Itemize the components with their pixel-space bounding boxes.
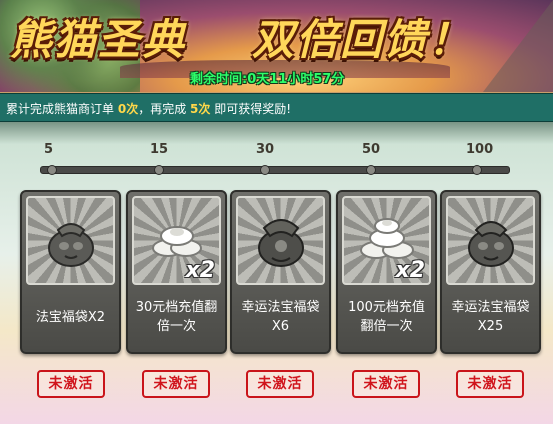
milestone-label: 100 (466, 142, 494, 157)
event-title-left: 熊猫圣典 (10, 15, 187, 64)
reward-icon-frame (236, 196, 325, 285)
lucky-bag-icon (48, 223, 94, 267)
reward-icon-frame: x2 (342, 196, 431, 285)
not-activated-stamp: 未激活 (456, 370, 524, 398)
reward-card[interactable]: x2 100元档充值翻倍一次 (336, 190, 437, 354)
event-panel: 熊猫圣典 双倍回馈！ 剩余时间:0天11小时57分 累计完成熊猫商订单 0次，再… (0, 0, 553, 424)
info-prefix: 累计完成熊猫商订单 (6, 102, 115, 116)
not-activated-stamp: 未激活 (37, 370, 105, 398)
reward-card[interactable]: x2 30元档充值翻倍一次 (126, 190, 227, 354)
progress-info-bar: 累计完成熊猫商订单 0次，再完成 5次 即可获得奖励! (0, 93, 553, 122)
milestone-dot (47, 165, 57, 175)
info-middle: ，再完成 (138, 102, 187, 116)
event-title-right: 双倍回馈！ (252, 15, 473, 64)
reward-card[interactable]: 幸运法宝福袋X25 (440, 190, 541, 354)
milestone-label: 5 (44, 142, 54, 157)
lucky-bag-icon (258, 219, 304, 267)
reward-icon-frame: x2 (132, 196, 221, 285)
milestone-dot (260, 165, 270, 175)
milestone-label: 15 (150, 142, 169, 157)
completed-count: 0次 (117, 102, 139, 116)
milestone-label: 30 (256, 142, 275, 157)
progress-track (40, 165, 510, 175)
reward-label: 幸运法宝福袋X25 (451, 300, 530, 334)
remaining-count: 5次 (190, 102, 211, 116)
remaining-time: 剩余时间:0天11小时57分 (190, 72, 345, 87)
not-activated-stamp: 未激活 (352, 370, 420, 398)
milestone-labels: 5 15 30 50 100 (0, 142, 553, 162)
milestone-dot (154, 165, 164, 175)
progress-info-text: 累计完成熊猫商订单 0次，再完成 5次 即可获得奖励! (6, 100, 291, 117)
event-banner: 熊猫圣典 双倍回馈！ 剩余时间:0天11小时57分 (0, 0, 553, 92)
banner-mountain-decoration (483, 0, 553, 92)
info-suffix: 即可获得奖励! (214, 102, 292, 116)
reward-label: 幸运法宝福袋X6 (241, 300, 320, 334)
not-activated-stamp: 未激活 (142, 370, 210, 398)
multiplier-badge: x2 (395, 258, 426, 283)
milestone-dot (366, 165, 376, 175)
reward-card[interactable]: 法宝福袋X2 (20, 190, 121, 354)
not-activated-stamp: 未激活 (246, 370, 314, 398)
reward-label: 100元档充值翻倍一次 (348, 300, 425, 334)
reward-card[interactable]: 幸运法宝福袋X6 (230, 190, 331, 354)
lucky-bag-icon (468, 221, 514, 267)
milestone-dot (472, 165, 482, 175)
reward-label: 30元档充值翻倍一次 (135, 300, 218, 334)
reward-icon-frame (446, 196, 535, 285)
milestone-label: 50 (362, 142, 381, 157)
reward-icon-frame (26, 196, 115, 285)
multiplier-badge: x2 (185, 258, 216, 283)
reward-label: 法宝福袋X2 (35, 309, 106, 325)
